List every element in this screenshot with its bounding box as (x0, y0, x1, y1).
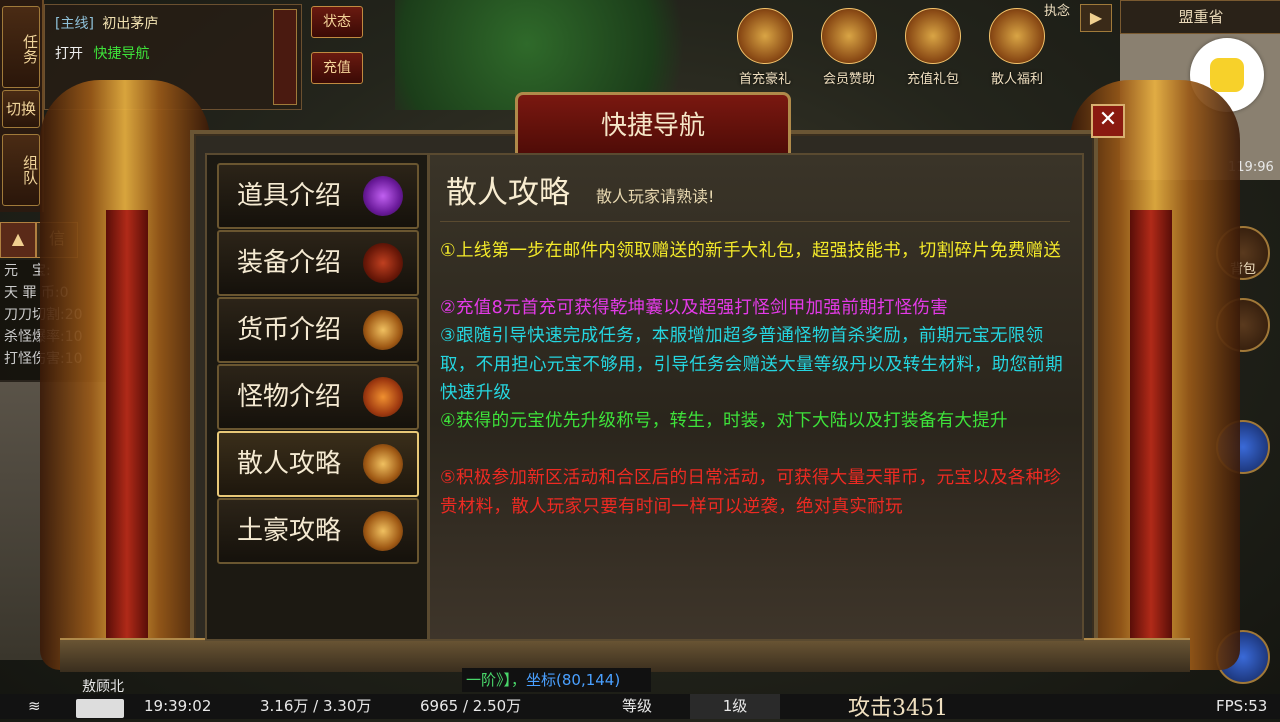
status-button[interactable]: 状态 (311, 6, 363, 38)
treasure-chest-icon (905, 8, 961, 64)
guide-paragraph-2: ②充值8元首充可获得乾坤囊以及超强打怪剑甲加强前期打怪伤害 (440, 298, 949, 318)
right-red-pillar (1130, 210, 1172, 640)
guide-paragraph-1: ①上线第一步在邮件内领取赠送的新手大礼包，超强技能书，切割碎片免费赠送 (440, 241, 1062, 261)
solo-welfare[interactable]: 散人福利 (982, 4, 1052, 90)
level-label: 等级 (622, 697, 653, 715)
coordinate-readout: 一阶》】，坐标(80,144) (462, 668, 651, 692)
attack-readout: 攻击3451 (848, 696, 948, 721)
gold-chest-icon (989, 8, 1045, 64)
guide-paragraph-3: ③跟随引导快速完成任务，本服增加超多普通怪物首杀奖励，前期元宝无限领取，不用担心… (440, 326, 1063, 403)
level-value: 1级 (690, 694, 780, 719)
nav-list: 道具介绍 装备介绍 货币介绍 怪物介绍 散人攻略 土豪攻略 (205, 153, 429, 641)
first-charge-gift[interactable]: 首充豪礼 (730, 4, 800, 90)
gold-icon (363, 310, 403, 350)
guide-paragraph-5: ⑤积极参加新区活动和合区后的日常活动，可获得大量天罪币，元宝以及各种珍贵材料，散… (440, 468, 1062, 517)
nav-item-equipment[interactable]: 装备介绍 (217, 230, 419, 296)
switch-button[interactable]: 切换 (2, 90, 40, 128)
left-red-pillar (106, 210, 148, 640)
close-button[interactable]: ✕ (1091, 104, 1125, 138)
nav-item-currency[interactable]: 货币介绍 (217, 297, 419, 363)
content-subtitle: 散人玩家请熟读! (596, 187, 715, 206)
nav-item-rich-guide[interactable]: 土豪攻略 (217, 498, 419, 564)
quest-link[interactable]: 快捷导航 (93, 46, 149, 62)
battery-icon (76, 699, 124, 718)
quest-sidebar: 任务 切换 组队 (0, 0, 44, 212)
fps-readout: FPS:53 (1216, 697, 1268, 715)
quest-name: 初出茅庐 (102, 16, 159, 32)
collapse-arrow-icon[interactable]: ▲ (0, 222, 36, 258)
quest-tag: [主线] (55, 16, 94, 32)
dialog-base-frame (60, 638, 1190, 672)
guide-content: 散人攻略 散人玩家请熟读! ①上线第一步在邮件内领取赠送的新手大礼包，超强技能书… (428, 153, 1084, 641)
guide-paragraph-4: ④获得的元宝优先升级称号，转生，时装，对下大陆以及打装备有大提升 (440, 411, 1008, 431)
status-bar: ≋ 19:39:02 3.16万 / 3.30万 6965 / 2.50万 等级… (0, 694, 1280, 721)
gift-box-icon (737, 8, 793, 64)
player-name: 敖顾北 (82, 679, 124, 695)
content-divider (440, 221, 1070, 222)
hp-readout: 3.16万 / 3.30万 (260, 697, 372, 715)
mp-readout: 6965 / 2.50万 (420, 697, 522, 715)
nav-item-items[interactable]: 道具介绍 (217, 163, 419, 229)
vip-badge-icon (821, 8, 877, 64)
map-name: 盟重省 (1120, 0, 1280, 34)
nav-item-solo-guide[interactable]: 散人攻略 (217, 431, 419, 497)
quest-collapse-handle[interactable] (273, 9, 297, 105)
hint-text: 执念 (1044, 4, 1071, 19)
monster-icon (363, 377, 403, 417)
quest-open-text: 打开 (55, 46, 83, 62)
recharge-gift[interactable]: 充值礼包 (898, 4, 968, 90)
team-button[interactable]: 组队 (2, 134, 40, 206)
clock: 19:39:02 (144, 697, 212, 715)
scroll-icon (363, 444, 403, 484)
task-button[interactable]: 任务 (2, 6, 40, 88)
scroll-icon (363, 511, 403, 551)
armor-icon (363, 243, 403, 283)
recharge-button[interactable]: 充值 (311, 52, 363, 84)
expand-arrow-icon[interactable]: ▶ (1080, 4, 1112, 32)
nav-item-monsters[interactable]: 怪物介绍 (217, 364, 419, 430)
wifi-icon: ≋ (28, 697, 41, 715)
potion-icon (363, 176, 403, 216)
content-title: 散人攻略 (446, 175, 570, 211)
vip-sponsor[interactable]: 会员赞助 (814, 4, 884, 90)
